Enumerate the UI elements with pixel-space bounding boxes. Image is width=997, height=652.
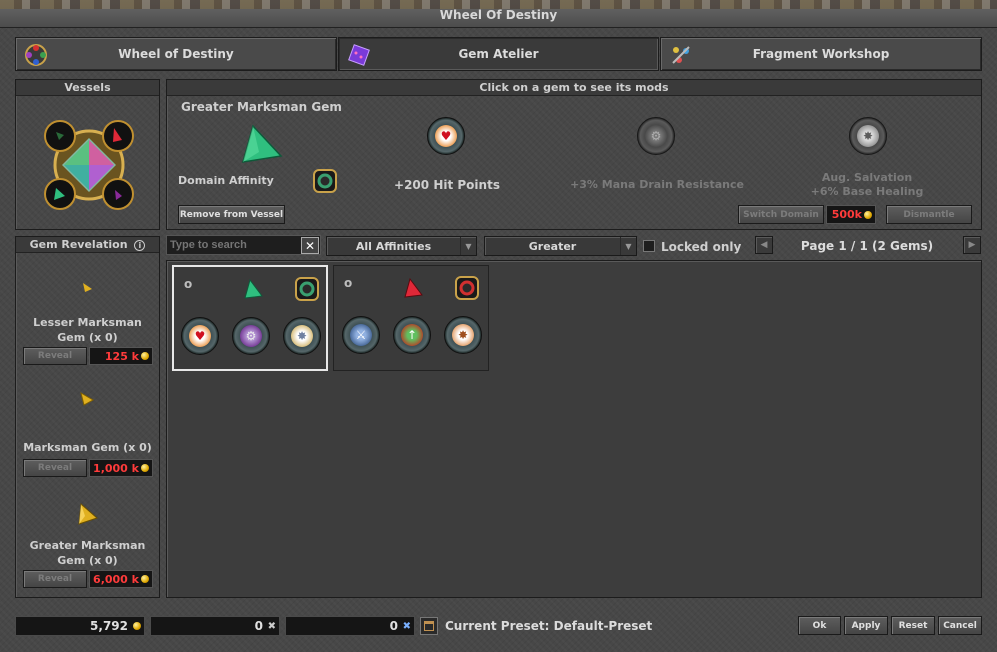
mod-augment-text: Aug. Salvation (821, 171, 913, 184)
greater-gem-count: Gem (x 0) (57, 554, 118, 567)
lesser-gem-name: Lesser Marksman (33, 316, 142, 329)
wheel-icon (25, 44, 47, 66)
clear-search-icon[interactable]: ✕ (301, 237, 319, 254)
current-preset-label: Current Preset: Default-Preset (445, 619, 653, 633)
next-page-icon[interactable]: ▶ (963, 236, 981, 254)
tab-gem-atelier[interactable]: Gem Atelier (338, 37, 659, 71)
hit-points-mod-socket[interactable]: ♥ (427, 117, 465, 155)
lesser-gem-count: Gem (x 0) (57, 331, 118, 344)
mod-socket[interactable]: ⚔ (342, 316, 380, 354)
gem-card-red[interactable]: о ⚔ ↑ ✸ (333, 265, 489, 371)
window-title: Wheel Of Destiny (439, 8, 558, 22)
augment-icon: ✸ (452, 324, 474, 346)
quality-dropdown[interactable]: Greater ▼ (484, 236, 637, 256)
mods-panel: Click on a gem to see its mods Greater M… (166, 79, 982, 230)
heart-icon: ♥ (189, 325, 211, 347)
greater-fragments-balance: 0 ✖ (285, 616, 415, 636)
mod-socket[interactable]: ⚙ (232, 317, 270, 355)
mana-drain-mod-socket[interactable]: ⚙ (637, 117, 675, 155)
salvation-mod-socket[interactable]: ✸ (849, 117, 887, 155)
gem-card-green[interactable]: о ♥ ⚙ ✸ (172, 265, 328, 371)
attack-icon: ↑ (401, 324, 423, 346)
dismantle-button[interactable]: Dismantle (886, 205, 972, 224)
gem-revelation-title: Gem Revelation i (16, 237, 159, 253)
chevron-down-icon: ▼ (620, 237, 636, 255)
mod-supreme-text: +3% Mana Drain Resistance (570, 178, 744, 191)
salvation-icon: ✸ (291, 325, 313, 347)
info-icon[interactable]: i (134, 240, 146, 251)
unlock-icon[interactable]: о (344, 276, 352, 290)
fragment-workshop-icon (672, 46, 690, 64)
mana-drain-icon: ⚙ (240, 325, 262, 347)
mod-augment-text-2: +6% Base Healing (810, 185, 924, 198)
vessel-affinity-icon (455, 276, 479, 300)
gold-coin-icon (141, 464, 149, 472)
gold-coin-icon (141, 352, 149, 360)
locked-only-label: Locked only (661, 240, 742, 254)
unlock-icon[interactable]: о (184, 277, 192, 291)
reveal-lesser-button[interactable]: Reveal (23, 347, 87, 365)
title-bar: Wheel Of Destiny (0, 0, 997, 28)
mana-drain-icon: ⚙ (645, 125, 667, 147)
reveal-greater-price: 6,000 k (89, 570, 153, 588)
prev-page-icon[interactable]: ◀ (755, 236, 773, 254)
domain-affinity-icon (313, 169, 337, 193)
cancel-button[interactable]: Cancel (938, 616, 982, 635)
locked-only-checkbox[interactable] (643, 240, 655, 252)
vessel-wheel-icon[interactable] (42, 118, 136, 212)
domain-affinity-label: Domain Affinity (178, 174, 274, 187)
tab-fragment-workshop[interactable]: Fragment Workshop (660, 37, 982, 71)
greater-gem-name: Greater Marksman (29, 539, 146, 552)
mods-hint: Click on a gem to see its mods (167, 80, 981, 96)
preset-icon[interactable] (420, 617, 438, 635)
lesser-gem-icon (83, 283, 92, 292)
selected-gem-icon (241, 124, 283, 163)
mod-socket[interactable]: ✸ (283, 317, 321, 355)
gold-coin-icon (864, 210, 872, 219)
chevron-down-icon: ▼ (460, 237, 476, 255)
gold-coin-icon (133, 622, 141, 630)
vessel-affinity-icon (295, 277, 319, 301)
vessels-title: Vessels (16, 80, 159, 96)
search-input[interactable] (166, 235, 321, 255)
mod-socket[interactable]: ♥ (181, 317, 219, 355)
reveal-regular-price: 1,000 k (89, 459, 153, 477)
regular-gem-name: Marksman Gem (x 0) (23, 441, 152, 454)
apply-button[interactable]: Apply (844, 616, 888, 635)
gold-coin-icon (141, 575, 149, 583)
remove-from-vessel-button[interactable]: Remove from Vessel (178, 205, 285, 224)
switch-domain-button[interactable]: Switch Domain (738, 205, 824, 224)
mod-basic-text: +200 Hit Points (394, 178, 500, 192)
mod-socket[interactable]: ↑ (393, 316, 431, 354)
reveal-lesser-price: 125 k (89, 347, 153, 365)
tab-wheel-of-destiny[interactable]: Wheel of Destiny (15, 37, 337, 71)
red-gem-icon (404, 277, 423, 298)
gold-balance: 5,792 (15, 616, 145, 636)
defense-icon: ⚔ (350, 324, 372, 346)
lesser-fragments-balance: 0 ✖ (150, 616, 280, 636)
heart-icon: ♥ (435, 125, 457, 147)
gem-atelier-icon (348, 44, 370, 66)
salvation-icon: ✸ (857, 125, 879, 147)
reveal-regular-button[interactable]: Reveal (23, 459, 87, 477)
reset-button[interactable]: Reset (891, 616, 935, 635)
reveal-greater-button[interactable]: Reveal (23, 570, 87, 588)
greater-fragment-icon: ✖ (402, 620, 411, 632)
switch-domain-price: 500k (826, 205, 876, 224)
greater-gem-icon (78, 502, 98, 525)
mod-socket[interactable]: ✸ (444, 316, 482, 354)
regular-gem-icon (80, 391, 95, 406)
tab-label: Fragment Workshop (752, 47, 890, 61)
lesser-fragment-icon: ✖ (267, 620, 276, 632)
affinity-dropdown[interactable]: All Affinities ▼ (326, 236, 477, 256)
green-gem-icon (244, 278, 263, 299)
tab-label: Wheel of Destiny (118, 47, 234, 61)
vessels-panel: Vessels (15, 79, 160, 230)
page-indicator: Page 1 / 1 (2 Gems) (800, 239, 934, 253)
selected-gem-name: Greater Marksman Gem (181, 100, 342, 114)
gem-revelation-panel: Gem Revelation i Lesser Marksman Gem (x … (15, 236, 160, 598)
ok-button[interactable]: Ok (798, 616, 841, 635)
tab-label: Gem Atelier (458, 47, 539, 61)
